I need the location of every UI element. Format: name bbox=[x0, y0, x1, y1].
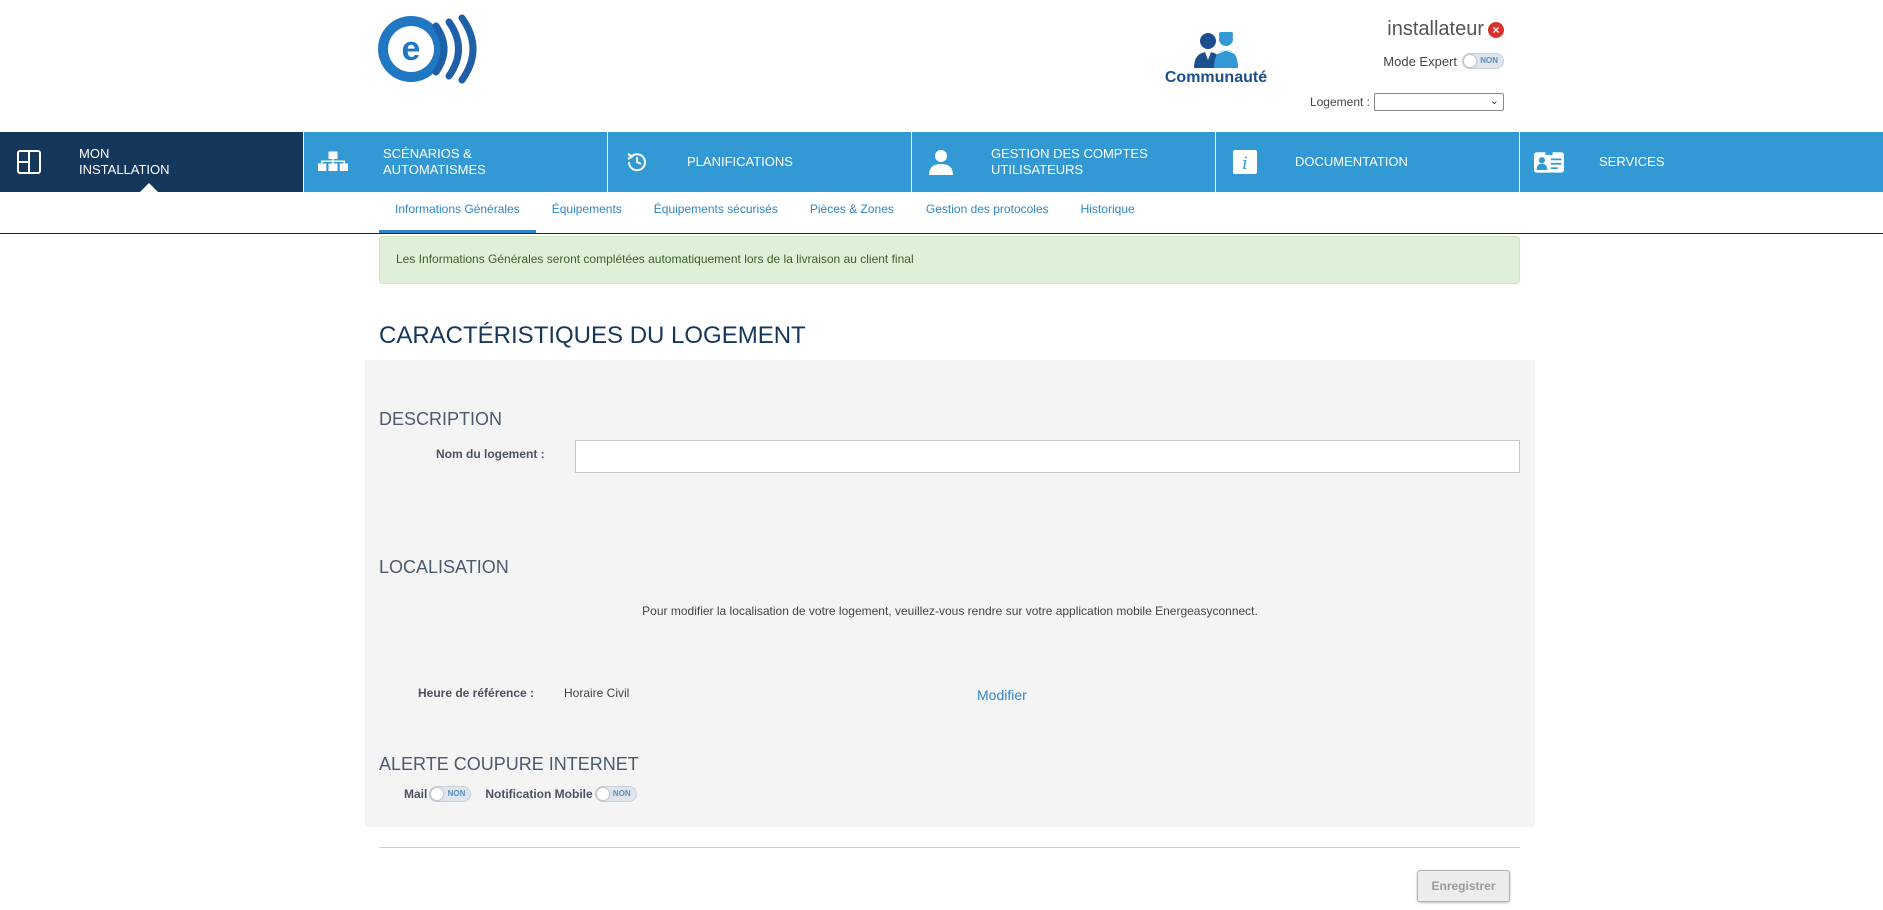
nav-label-line2: INSTALLATION bbox=[79, 162, 170, 177]
expert-mode-row: Mode Expert NON bbox=[1383, 53, 1504, 69]
installation-icon bbox=[14, 148, 44, 176]
nav-label-line1: PLANIFICATIONS bbox=[687, 154, 793, 169]
nav-label: GESTION DES COMPTES UTILISATEURS bbox=[991, 146, 1191, 178]
nav-item-gestion-comptes[interactable]: GESTION DES COMPTES UTILISATEURS bbox=[912, 132, 1216, 192]
notification-label: Notification Mobile bbox=[485, 787, 593, 801]
nav-item-planifications[interactable]: PLANIFICATIONS bbox=[608, 132, 912, 192]
sub-nav: Informations Générales Équipements Équip… bbox=[0, 192, 1883, 234]
nav-label: MON INSTALLATION bbox=[79, 146, 279, 178]
tab-equipements-securises[interactable]: Équipements sécurisés bbox=[638, 192, 794, 233]
logement-label: Logement : bbox=[1309, 95, 1370, 109]
nav-label-line2: AUTOMATISMES bbox=[383, 162, 486, 177]
expert-mode-label: Mode Expert bbox=[1383, 53, 1457, 69]
info-icon: i bbox=[1230, 148, 1260, 176]
mail-label: Mail bbox=[404, 787, 428, 801]
section-title-description: DESCRIPTION bbox=[379, 409, 503, 429]
nav-item-services[interactable]: SERVICES bbox=[1520, 132, 1883, 192]
ref-time-value: Horaire Civil bbox=[564, 686, 630, 700]
nav-label-line1: SERVICES bbox=[1599, 154, 1665, 169]
user-block: installateur × bbox=[1387, 18, 1504, 41]
tab-gestion-protocoles[interactable]: Gestion des protocoles bbox=[910, 192, 1065, 233]
nav-label: SCÉNARIOS & AUTOMATISMES bbox=[383, 146, 583, 178]
toggle-knob bbox=[1464, 55, 1476, 67]
notification-toggle[interactable]: NON bbox=[594, 786, 637, 802]
expert-mode-toggle[interactable]: NON bbox=[1462, 53, 1504, 69]
nav-item-documentation[interactable]: i DOCUMENTATION bbox=[1216, 132, 1520, 192]
services-icon bbox=[1534, 148, 1564, 176]
toggle-knob bbox=[596, 788, 609, 800]
nav-label-line2: UTILISATEURS bbox=[991, 162, 1084, 177]
toggle-state: NON bbox=[447, 789, 466, 798]
chevron-down-icon: ⌄ bbox=[1489, 95, 1499, 107]
nav-label: SERVICES bbox=[1599, 154, 1799, 170]
nav-label-line1: GESTION DES COMPTES bbox=[991, 146, 1148, 161]
tab-pieces-zones[interactable]: Pièces & Zones bbox=[794, 192, 910, 233]
modify-link[interactable]: Modifier bbox=[977, 687, 1027, 703]
section-title-localisation: LOCALISATION bbox=[379, 557, 509, 577]
svg-text:e: e bbox=[402, 30, 421, 68]
toggle-state: NON bbox=[612, 789, 631, 798]
nav-item-scenarios[interactable]: SCÉNARIOS & AUTOMATISMES bbox=[304, 132, 608, 192]
internet-alert-row: Mail NON Notification Mobile NON bbox=[404, 786, 637, 802]
brand-logo[interactable]: e bbox=[378, 14, 480, 84]
page-title: CARACTÉRISTIQUES DU LOGEMENT bbox=[379, 322, 806, 349]
toggle-state: NON bbox=[1480, 56, 1498, 65]
section-title-internet-alert: ALERTE COUPURE INTERNET bbox=[379, 754, 639, 774]
history-clock-icon bbox=[622, 148, 652, 176]
username[interactable]: installateur × bbox=[1387, 18, 1504, 41]
localisation-message: Pour modifier la localisation de votre l… bbox=[642, 604, 1258, 618]
logout-icon[interactable]: × bbox=[1488, 21, 1504, 38]
nav-label: DOCUMENTATION bbox=[1295, 154, 1495, 170]
logement-row: Logement : ⌄ bbox=[1310, 93, 1504, 111]
info-alert: Les Informations Générales seront complé… bbox=[379, 236, 1520, 284]
tab-informations-generales[interactable]: Informations Générales bbox=[379, 192, 536, 233]
tab-equipements[interactable]: Équipements bbox=[536, 192, 638, 233]
nav-label: PLANIFICATIONS bbox=[687, 154, 887, 170]
logement-select[interactable]: ⌄ bbox=[1374, 93, 1504, 111]
toggle-knob bbox=[431, 788, 444, 800]
main-nav: MON INSTALLATION SCÉNARIOS & AUTOMATISME… bbox=[0, 132, 1883, 192]
name-field-label: Nom du logement : bbox=[436, 447, 545, 461]
community-icon bbox=[1194, 32, 1238, 68]
username-label: installateur bbox=[1387, 18, 1484, 40]
nav-item-mon-installation[interactable]: MON INSTALLATION bbox=[0, 132, 304, 192]
community-label: Communauté bbox=[1164, 69, 1268, 86]
nav-label-line1: MON bbox=[79, 146, 110, 161]
user-icon bbox=[926, 148, 956, 176]
nav-label-line1: SCÉNARIOS & bbox=[383, 146, 472, 161]
ref-time-label: Heure de référence : bbox=[418, 686, 535, 700]
divider bbox=[379, 847, 1520, 848]
header: e Communauté installateur × Mode Expert … bbox=[0, 0, 1883, 132]
tab-historique[interactable]: Historique bbox=[1065, 192, 1151, 233]
community-link[interactable]: Communauté bbox=[1160, 30, 1272, 90]
nav-label-line1: DOCUMENTATION bbox=[1295, 154, 1408, 169]
mail-toggle[interactable]: NON bbox=[429, 786, 472, 802]
name-field[interactable] bbox=[575, 440, 1520, 473]
scenarios-icon bbox=[318, 148, 348, 176]
sub-tabs: Informations Générales Équipements Équip… bbox=[379, 192, 1151, 234]
svg-text:i: i bbox=[1242, 154, 1247, 174]
save-button[interactable]: Enregistrer bbox=[1417, 870, 1510, 902]
